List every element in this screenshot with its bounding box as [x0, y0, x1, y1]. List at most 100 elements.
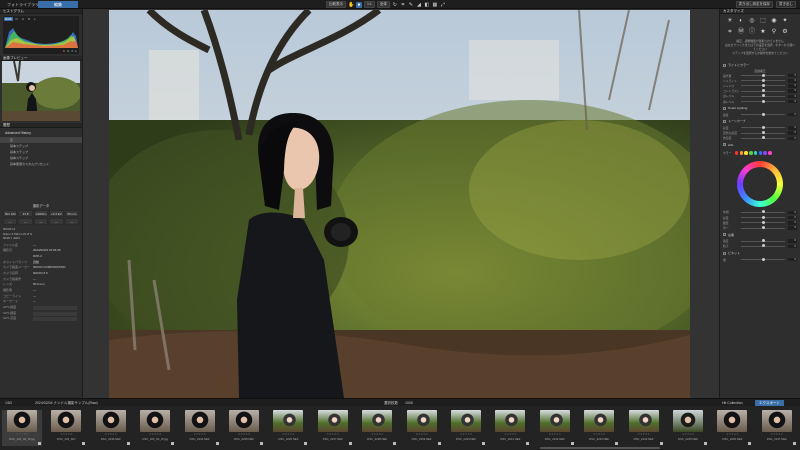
gps-field[interactable]	[33, 305, 77, 310]
slider-knob[interactable]	[761, 112, 765, 116]
eyedropper-icon[interactable]: ◢	[416, 2, 422, 8]
hsl-section[interactable]: HSL	[720, 141, 800, 149]
filmstrip-thumbnail[interactable]: ★★★★★ DSC_2242.NEF	[535, 410, 575, 446]
slider-value[interactable]: 0	[788, 215, 797, 220]
rating-stars[interactable]: ★★★★★	[2, 433, 42, 436]
brush-icon[interactable]: ✎	[408, 2, 414, 8]
slider-track[interactable]	[741, 89, 785, 93]
slider-knob[interactable]	[761, 257, 765, 261]
slider-knob[interactable]	[761, 244, 765, 248]
section-checkbox[interactable]	[723, 106, 726, 110]
tab-edit[interactable]: 編集	[38, 1, 78, 8]
color-icon[interactable]: ◐	[737, 17, 745, 25]
slider-track[interactable]	[741, 210, 785, 214]
slider-track[interactable]	[741, 125, 785, 129]
slider-track[interactable]	[741, 239, 785, 243]
gps-field[interactable]	[33, 311, 77, 316]
slider-track[interactable]	[741, 83, 785, 87]
selection-checkbox[interactable]	[126, 442, 130, 445]
slider-track[interactable]	[741, 131, 785, 135]
selection-checkbox[interactable]	[215, 442, 219, 445]
rating-stars[interactable]: ★★★★★	[490, 433, 530, 436]
bw-section[interactable]: 白黒	[720, 231, 800, 239]
rating-stars[interactable]: ★★★★★	[402, 433, 442, 436]
filmstrip-thumbnail[interactable]: ★★★★★ DSC_2241.NEF	[490, 410, 530, 446]
slider-knob[interactable]	[761, 94, 765, 98]
watermark-icon[interactable]: Ⓦ	[737, 28, 745, 36]
histo-tab-g[interactable]: G	[21, 17, 25, 21]
slider-knob[interactable]	[761, 89, 765, 93]
light-color-section[interactable]: ライトとカラー	[720, 61, 800, 69]
slider-knob[interactable]	[761, 131, 765, 135]
selection-checkbox[interactable]	[748, 442, 752, 445]
slider-track[interactable]	[741, 136, 785, 140]
section-checkbox[interactable]	[723, 233, 726, 237]
image-preview[interactable]	[2, 61, 80, 121]
history-group[interactable]: Advanced History	[0, 129, 82, 137]
selection-checkbox[interactable]	[792, 442, 796, 445]
hand-icon[interactable]: ✋	[348, 2, 354, 8]
main-photo[interactable]	[109, 10, 690, 398]
tab-photo-library[interactable]: フォトライブラリ	[4, 1, 42, 8]
vignette-section[interactable]: ビネット	[720, 249, 800, 257]
slider-track[interactable]	[741, 215, 785, 219]
export-settings-button[interactable]: 書き出し設定を保存	[735, 1, 773, 8]
slider-track[interactable]	[741, 257, 785, 261]
slider-value[interactable]: 0	[788, 112, 797, 117]
slider-track[interactable]	[741, 220, 785, 224]
color-swatch[interactable]	[739, 151, 743, 155]
slider-knob[interactable]	[761, 99, 765, 103]
color-swatch[interactable]	[753, 151, 758, 155]
filmstrip-thumbnail[interactable]: ★★★★★ DSC_2234.NEF	[180, 410, 220, 446]
slider-value[interactable]: 0	[788, 257, 797, 262]
selection-checkbox[interactable]	[393, 442, 397, 445]
slider-knob[interactable]	[761, 136, 765, 140]
selection-checkbox[interactable]	[304, 442, 308, 445]
zoom-icon[interactable]: ●	[356, 1, 362, 8]
rating-stars[interactable]: ★★★★★	[535, 433, 575, 436]
metadata-icon[interactable]: ⓘ	[748, 28, 756, 36]
slider-knob[interactable]	[761, 73, 765, 77]
fullscreen-icon[interactable]: ⤢	[440, 2, 446, 8]
before-after-icon[interactable]: ◧	[424, 2, 430, 8]
rating-stars[interactable]: ★★★★★	[135, 433, 175, 436]
rotate-icon[interactable]: ↻	[392, 2, 398, 8]
filmstrip-thumbnail[interactable]: ★★★★★ DSC_2235.NEF	[224, 410, 264, 446]
rating-stars[interactable]: ★★★★★	[712, 433, 752, 436]
filmstrip-scrollbar[interactable]	[540, 447, 660, 449]
selection-checkbox[interactable]	[260, 442, 263, 445]
selection-checkbox[interactable]	[38, 442, 41, 445]
slider-knob[interactable]	[761, 226, 765, 230]
section-checkbox[interactable]	[723, 119, 726, 123]
slider-value[interactable]: 0	[788, 89, 797, 93]
filmstrip-thumbnail[interactable]: ★★★★★ DSC_223_0A7	[46, 410, 86, 446]
filmstrip-thumbnail[interactable]: ★★★★★ DSC_2246.NEF	[712, 410, 752, 446]
slider-knob[interactable]	[761, 210, 765, 214]
filmstrip-thumbnail[interactable]: ★★★★★ DSC_2240.NEF	[446, 410, 486, 446]
rating-stars[interactable]: ★★★★★	[180, 433, 220, 436]
slider-value[interactable]: 0	[788, 131, 797, 135]
slider-track[interactable]	[741, 99, 785, 103]
slider-track[interactable]	[741, 244, 785, 248]
export-button[interactable]: 書き出し	[776, 1, 796, 8]
selection-checkbox[interactable]	[437, 442, 441, 445]
slider-track[interactable]	[741, 73, 785, 77]
tone-curve-section[interactable]: トーンカーブ	[720, 117, 800, 125]
filmstrip-thumbnail[interactable]: ★★★★★ DSC_2245.NEF	[668, 410, 708, 446]
slider-value[interactable]: 0	[788, 136, 797, 141]
rating-stars[interactable]: ★★★★★	[46, 433, 86, 436]
color-swatch[interactable]	[763, 151, 767, 155]
selection-checkbox[interactable]	[526, 442, 530, 445]
filmstrip-thumbnail[interactable]: ★★★★★ DSC_2247.NEF	[757, 410, 797, 446]
color-wheel[interactable]	[737, 160, 783, 207]
effects-icon[interactable]: ✦	[781, 17, 789, 25]
slider-value[interactable]: 0	[788, 126, 797, 130]
search-icon[interactable]: ⚲	[770, 28, 778, 36]
slider-value[interactable]: 0	[788, 221, 797, 225]
histo-tab-rgb[interactable]: RGB	[4, 17, 13, 21]
selection-checkbox[interactable]	[570, 442, 574, 445]
grid-icon[interactable]: ▦	[432, 2, 438, 8]
selection-checkbox[interactable]	[348, 442, 352, 445]
color-swatch[interactable]	[749, 151, 753, 155]
light-icon[interactable]: ☀	[726, 17, 734, 25]
